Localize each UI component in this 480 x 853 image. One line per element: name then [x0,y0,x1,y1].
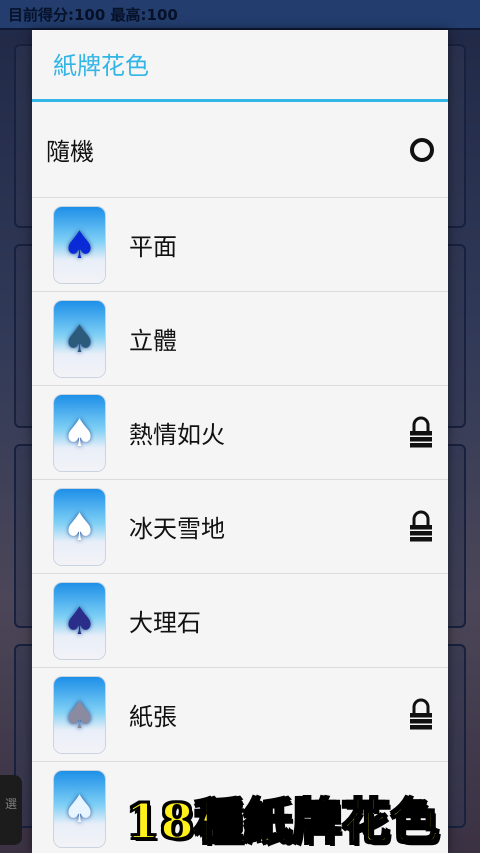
lock-icon [410,416,432,448]
spade-icon: ♠ [62,504,97,549]
suit-list: ♠ 平面 ♠ 立體 ♠ 熱情如火 ♠ 冰天雪地 ♠ 大理石 ♠ 紙張 ♠ [32,198,448,853]
spade-icon: ♠ [62,598,97,643]
lock-icon [410,698,432,730]
suit-option-label: 平面 [129,233,177,261]
suit-option[interactable]: ♠ 紙張 [32,668,448,762]
suit-option-label: 大理石 [129,609,201,637]
promo-banner: 18種紙牌花色 [125,793,440,851]
dialog-title: 紙牌花色 [32,30,448,102]
suit-preview-thumbnail: ♠ [54,676,105,753]
suit-preview-thumbnail: ♠ [54,488,105,565]
option-random-label: 隨機 [46,138,94,166]
lock-icon [410,510,432,542]
card-suit-dialog: 紙牌花色 隨機 ♠ 平面 ♠ 立體 ♠ 熱情如火 ♠ 冰天雪地 ♠ 大理石 ♠ 紙張 ♠ [32,30,448,853]
suit-option[interactable]: ♠ 立體 [32,292,448,386]
option-random[interactable]: 隨機 [32,102,448,198]
suit-option-label: 立體 [129,327,177,355]
suit-option[interactable]: ♠ 平面 [32,198,448,292]
suit-option-label: 冰天雪地 [129,515,225,543]
suit-preview-thumbnail: ♠ [54,770,105,847]
spade-icon: ♠ [62,410,97,455]
suit-option[interactable]: ♠ 冰天雪地 [32,480,448,574]
suit-option[interactable]: ♠ 熱情如火 [32,386,448,480]
suit-preview-thumbnail: ♠ [54,300,105,377]
suit-option-label: 熱情如火 [129,421,225,449]
spade-icon: ♠ [62,316,97,361]
suit-preview-thumbnail: ♠ [54,206,105,283]
radio-button-icon[interactable] [410,137,434,162]
spade-icon: ♠ [62,692,97,737]
suit-option-label: 紙張 [129,703,177,731]
suit-option[interactable]: ♠ 大理石 [32,574,448,668]
spade-icon: ♠ [62,222,97,267]
spade-icon: ♠ [62,786,97,831]
suit-preview-thumbnail: ♠ [54,394,105,471]
suit-preview-thumbnail: ♠ [54,582,105,659]
